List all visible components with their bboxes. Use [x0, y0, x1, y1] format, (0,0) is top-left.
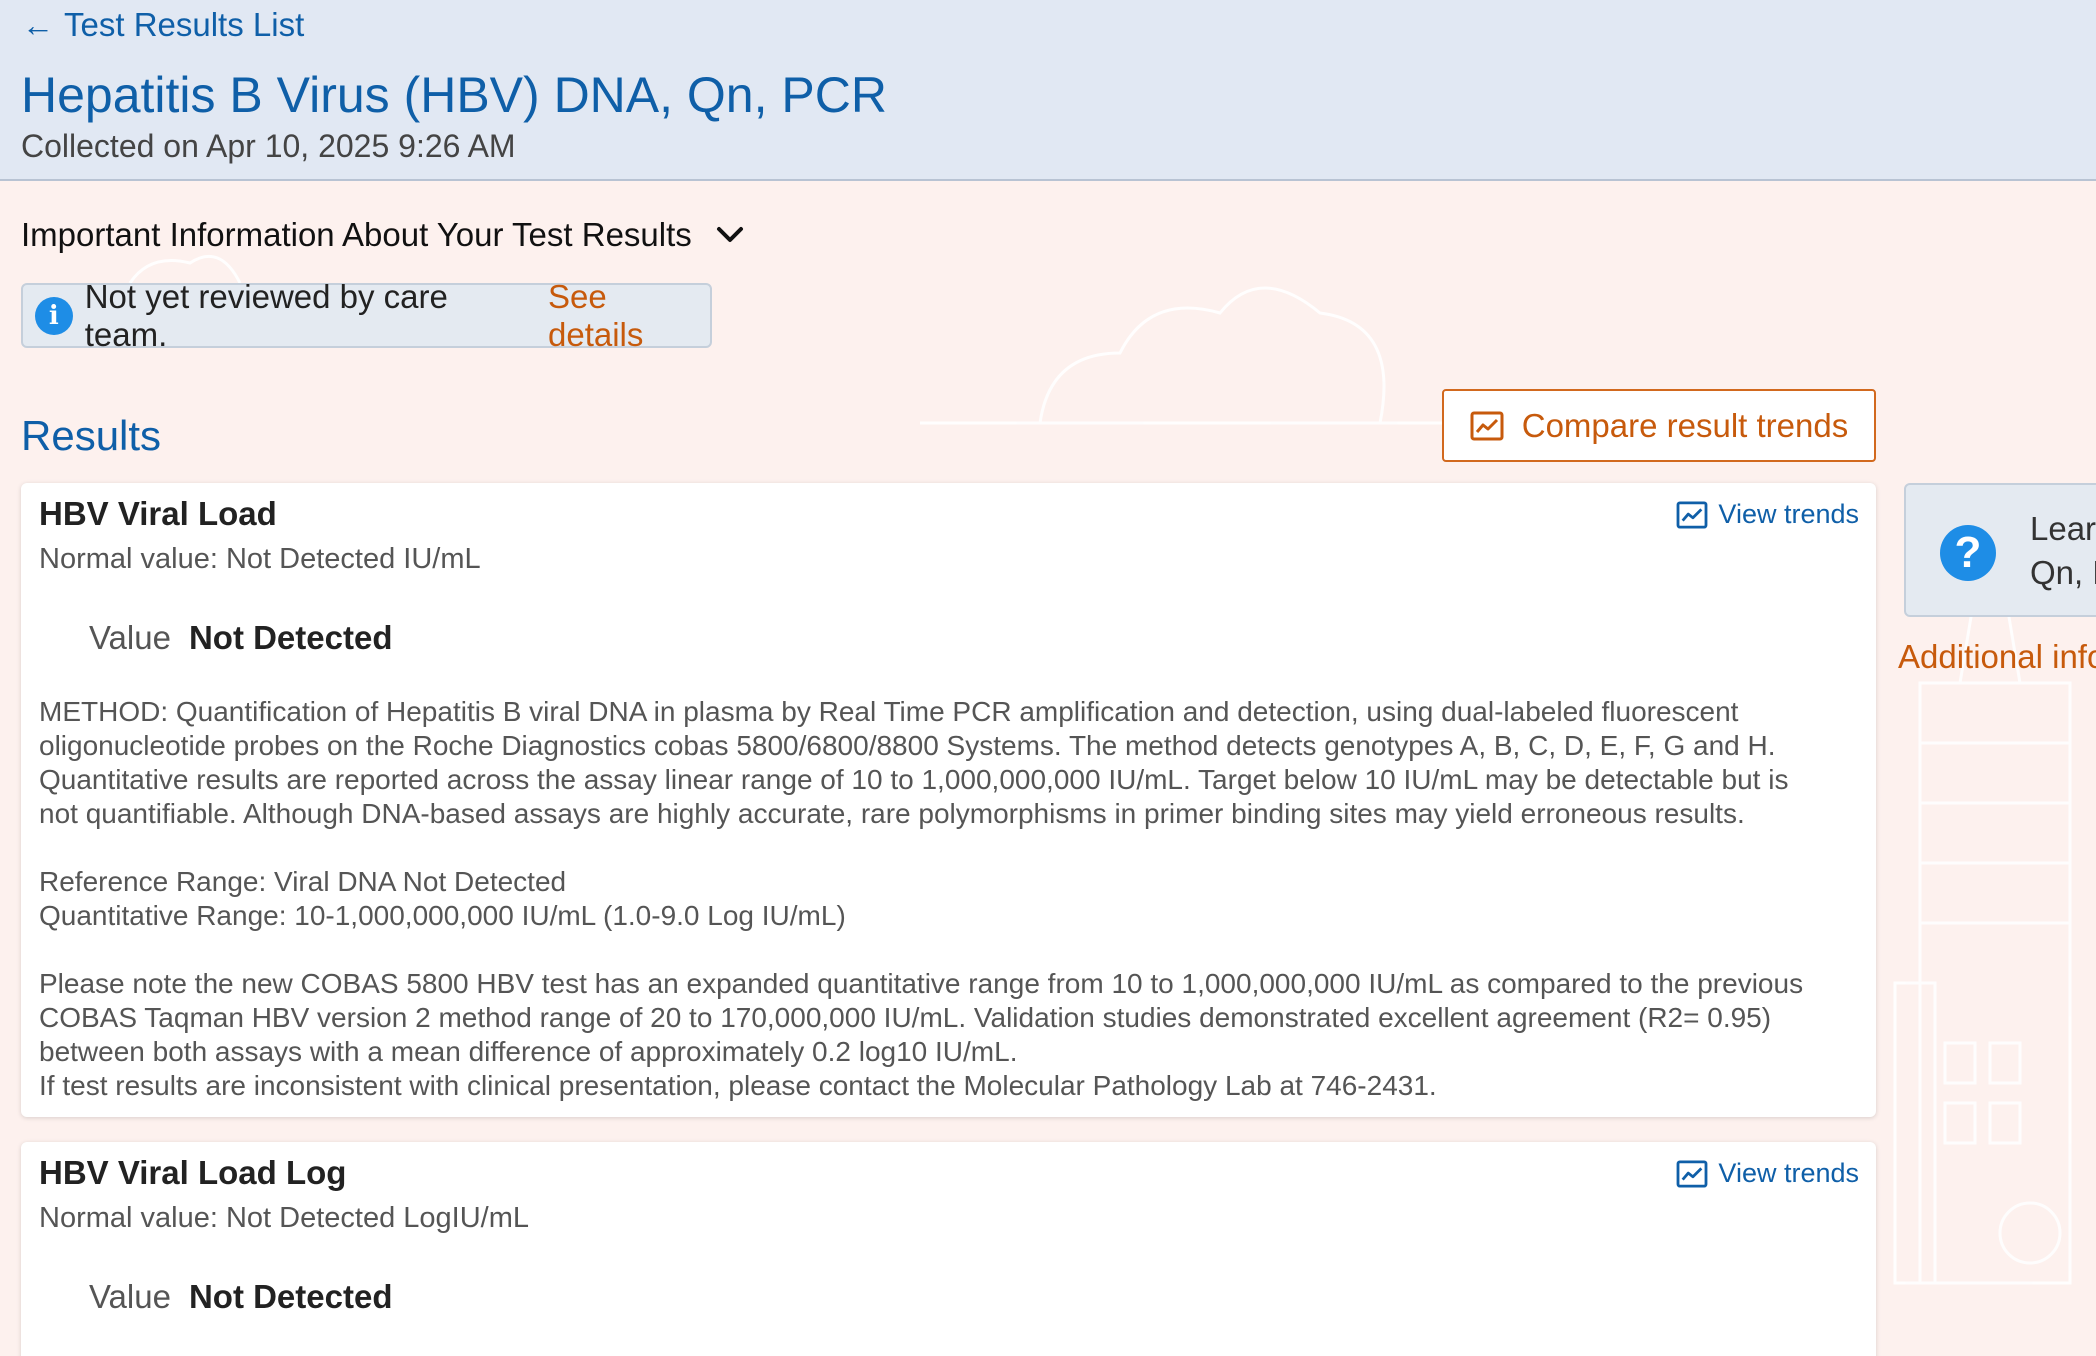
back-link-label: Test Results List	[64, 6, 305, 43]
comment-line: METHOD: Quantification of Hepatitis B vi…	[39, 696, 1739, 727]
results-heading: Results	[21, 412, 162, 459]
compare-result-trends-button[interactable]: Compare result trends	[1442, 389, 1876, 462]
important-info-toggle[interactable]: Important Information About Your Test Re…	[21, 216, 746, 254]
learn-more-line: Lear	[2030, 510, 2096, 547]
trend-chart-icon	[1677, 1159, 1708, 1188]
arrow-left-icon: ←	[22, 7, 54, 43]
learn-more-card[interactable]: ? Lear Qn, P	[1904, 483, 2096, 617]
compare-button-label: Compare result trends	[1521, 406, 1849, 444]
collected-date: Collected on Apr 10, 2025 9:26 AM	[21, 128, 516, 164]
view-trends-link[interactable]: View trends	[1676, 499, 1859, 530]
range-paragraph: Reference Range: Viral DNA Not Detected …	[39, 865, 1869, 933]
trend-chart-icon	[1470, 411, 1504, 440]
value-label: Value	[89, 1278, 171, 1315]
value-label: Value	[89, 619, 171, 656]
comment-line: COBAS Taqman HBV version 2 method range …	[39, 1002, 1772, 1033]
comment-line: Please note the new COBAS 5800 HBV test …	[39, 968, 1804, 999]
review-status-banner: i Not yet reviewed by care team. See det…	[21, 278, 712, 353]
view-trends-label: View trends	[1718, 499, 1859, 529]
page: ← Test Results List Hepatitis B Virus (H…	[0, 0, 2096, 1356]
normal-value: Normal value: Not Detected IU/mL	[39, 543, 481, 575]
page-header: ← Test Results List Hepatitis B Virus (H…	[0, 0, 2096, 181]
result-name: HBV Viral Load	[39, 495, 277, 532]
view-trends-label: View trends	[1718, 1158, 1859, 1188]
page-title: Hepatitis B Virus (HBV) DNA, Qn, PCR	[21, 67, 887, 123]
important-info-label: Important Information About Your Test Re…	[21, 216, 692, 253]
learn-more-line: Qn, P	[2030, 554, 2096, 591]
result-card-hbv-viral-load: HBV Viral Load Normal value: Not Detecte…	[21, 483, 1876, 1117]
note-paragraph: Please note the new COBAS 5800 HBV test …	[39, 967, 1869, 1103]
comment-line: If test results are inconsistent with cl…	[39, 1070, 1437, 1101]
back-to-results-link[interactable]: ← Test Results List	[22, 6, 304, 44]
value-row: Value Not Detected	[89, 619, 392, 657]
see-details-link[interactable]: See details	[548, 278, 710, 354]
learn-more-text: Lear Qn, P	[2030, 507, 2096, 595]
review-status-text: Not yet reviewed by care team.	[84, 277, 448, 353]
result-comment: METHOD: Quantification of Hepatitis B vi…	[39, 695, 1869, 1103]
additional-info-link[interactable]: Additional info	[1898, 638, 2096, 676]
result-name: HBV Viral Load Log	[39, 1154, 347, 1191]
result-value: Not Detected	[188, 1278, 393, 1315]
value-row: Value Not Detected	[89, 1278, 392, 1316]
comment-line: between both assays with a mean differen…	[39, 1036, 1018, 1067]
question-icon: ?	[1940, 525, 1996, 581]
comment-line: Reference Range: Viral DNA Not Detected	[39, 866, 567, 897]
result-value: Not Detected	[188, 619, 393, 656]
comment-line: Quantitative Range: 10-1,000,000,000 IU/…	[39, 900, 846, 931]
result-card-hbv-viral-load-log: HBV Viral Load Log Normal value: Not Det…	[21, 1142, 1876, 1356]
trend-chart-icon	[1677, 500, 1708, 529]
method-paragraph: METHOD: Quantification of Hepatitis B vi…	[39, 695, 1869, 831]
comment-line: not quantifiable. Although DNA-based ass…	[39, 798, 1745, 829]
view-trends-link[interactable]: View trends	[1676, 1158, 1859, 1189]
comment-line: oligonucleotide probes on the Roche Diag…	[39, 730, 1776, 761]
normal-value: Normal value: Not Detected LogIU/mL	[39, 1202, 529, 1234]
comment-line: Quantitative results are reported across…	[39, 764, 1789, 795]
info-icon: i	[35, 296, 73, 335]
chevron-down-icon	[716, 227, 743, 242]
